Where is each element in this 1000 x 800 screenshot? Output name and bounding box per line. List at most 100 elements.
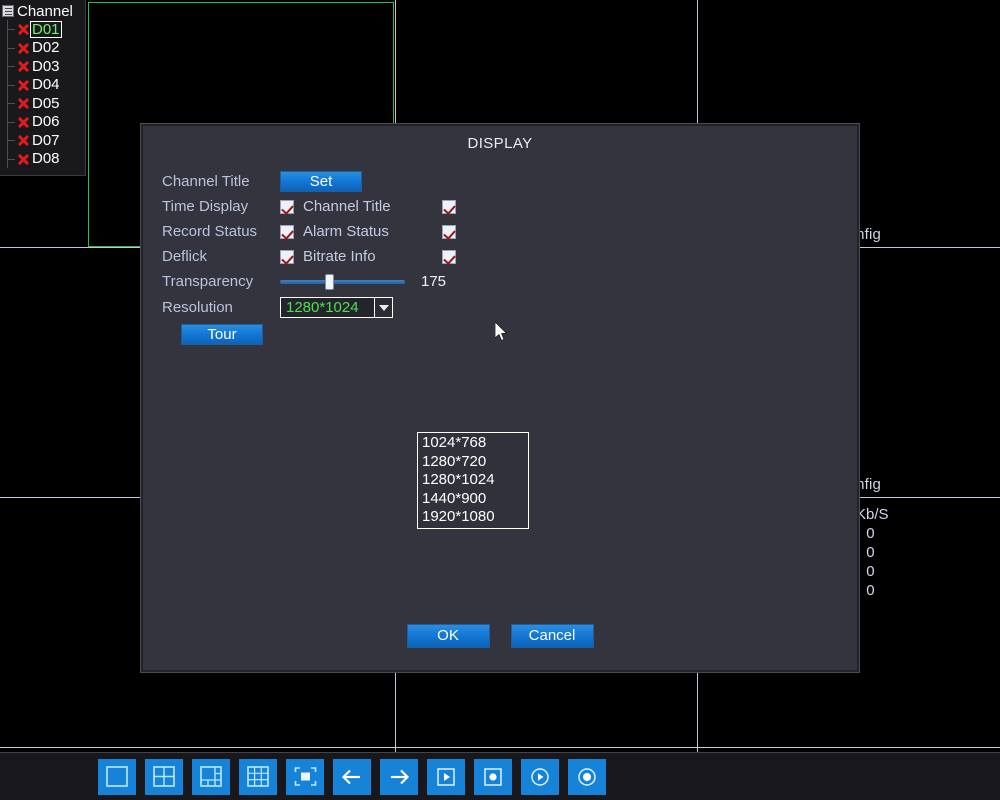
form-row-time-display: Time Display Channel Title bbox=[162, 195, 582, 218]
list-icon bbox=[2, 5, 14, 17]
channel-label: D01 bbox=[30, 20, 62, 38]
resolution-option[interactable]: 1920*1080 bbox=[418, 508, 528, 527]
bitrate-value: 0 bbox=[866, 525, 875, 542]
resolution-dropdown-list[interactable]: 1024*768 1280*720 1280*1024 1440*900 192… bbox=[417, 432, 529, 529]
bitrate-value: 0 bbox=[866, 544, 875, 561]
set-button[interactable]: Set bbox=[280, 171, 362, 192]
red-x-icon bbox=[16, 59, 30, 73]
channel-label: D07 bbox=[32, 131, 60, 149]
tree-branch bbox=[7, 131, 16, 150]
view-quad-icon[interactable] bbox=[145, 758, 183, 795]
deflick-label: Deflick bbox=[162, 248, 208, 265]
form-row-deflick: Deflick Bitrate Info bbox=[162, 245, 582, 268]
transparency-label: Transparency bbox=[162, 273, 254, 290]
fullscreen-icon[interactable] bbox=[286, 758, 324, 795]
time-display-label: Time Display bbox=[162, 198, 249, 215]
dvr-screen: NoConfig NoConfig NoConfig NoConfig Kb/S… bbox=[0, 0, 1000, 800]
sidebar-item-d01[interactable]: D01 bbox=[0, 20, 85, 39]
record-square-icon[interactable] bbox=[474, 758, 512, 795]
resolution-label: Resolution bbox=[162, 299, 233, 316]
dialog-title: DISPLAY bbox=[467, 135, 533, 152]
view-nine-icon[interactable] bbox=[239, 758, 277, 795]
red-x-icon bbox=[16, 78, 30, 92]
red-x-icon bbox=[16, 22, 30, 36]
bottom-toolbar bbox=[0, 752, 1000, 800]
channel-panel: Channel D01 D02 D03 D04 D05 D06 D07 D08 bbox=[0, 0, 86, 176]
tour-button[interactable]: Tour bbox=[181, 324, 263, 345]
view-single-icon[interactable] bbox=[98, 758, 136, 795]
channel-title-overlay-label: Channel Title bbox=[303, 198, 391, 215]
sidebar-item-d04[interactable]: D04 bbox=[0, 75, 85, 94]
form-row-channel-title: Channel Title Set bbox=[162, 170, 582, 193]
bitrate-info-toggle-group: Bitrate Info bbox=[294, 248, 442, 265]
deflick-checkbox[interactable] bbox=[280, 249, 294, 264]
sidebar-item-d02[interactable]: D02 bbox=[0, 38, 85, 57]
cancel-button[interactable]: Cancel bbox=[510, 624, 594, 648]
red-x-icon bbox=[16, 115, 30, 129]
red-x-icon bbox=[16, 152, 30, 166]
bitrate-header: Kb/S bbox=[856, 506, 889, 523]
play-circle-icon[interactable] bbox=[521, 758, 559, 795]
channel-title-label: Channel Title bbox=[162, 173, 250, 190]
channel-label: D06 bbox=[32, 113, 60, 131]
alarm-status-checkbox[interactable] bbox=[442, 224, 456, 239]
channel-label: D05 bbox=[32, 94, 60, 112]
transparency-slider-handle[interactable] bbox=[325, 273, 334, 290]
play-square-icon[interactable] bbox=[427, 758, 465, 795]
record-circle-icon[interactable] bbox=[568, 758, 606, 795]
sidebar-item-d08[interactable]: D08 bbox=[0, 149, 85, 168]
tree-branch bbox=[7, 112, 16, 131]
channel-title-toggle-group: Channel Title bbox=[294, 198, 442, 215]
dialog-footer: OK Cancel bbox=[143, 624, 857, 648]
bitrate-value: 0 bbox=[866, 563, 875, 580]
bitrate-info-checkbox[interactable] bbox=[442, 249, 456, 264]
arrow-left-icon[interactable] bbox=[333, 758, 371, 795]
mouse-pointer-icon bbox=[495, 322, 508, 342]
ok-button[interactable]: OK bbox=[406, 624, 490, 648]
red-x-icon bbox=[16, 41, 30, 55]
red-x-icon bbox=[16, 133, 30, 147]
transparency-slider-group: 175 bbox=[280, 273, 545, 290]
display-form: Channel Title Set Time Display Channel T… bbox=[162, 170, 582, 348]
bitrate-overlay: Kb/S 0 0 0 0 bbox=[856, 505, 889, 600]
channel-panel-header: Channel bbox=[0, 2, 85, 20]
tree-branch bbox=[7, 75, 16, 94]
sidebar-item-d06[interactable]: D06 bbox=[0, 112, 85, 131]
resolution-option[interactable]: 1024*768 bbox=[418, 434, 528, 453]
resolution-select[interactable]: 1280*1024 bbox=[280, 297, 393, 318]
resolution-option[interactable]: 1440*900 bbox=[418, 490, 528, 509]
chevron-down-icon[interactable] bbox=[374, 298, 392, 317]
tree-branch bbox=[7, 94, 16, 113]
record-status-label: Record Status bbox=[162, 223, 258, 240]
alarm-status-label: Alarm Status bbox=[303, 223, 389, 240]
transparency-slider[interactable] bbox=[280, 273, 405, 290]
arrow-right-icon[interactable] bbox=[380, 758, 418, 795]
transparency-value: 175 bbox=[421, 273, 447, 290]
sidebar-item-d03[interactable]: D03 bbox=[0, 57, 85, 76]
time-display-checkbox[interactable] bbox=[280, 199, 294, 214]
bitrate-value: 0 bbox=[866, 582, 875, 599]
bitrate-info-label: Bitrate Info bbox=[303, 248, 376, 265]
resolution-selected-value: 1280*1024 bbox=[286, 299, 359, 316]
form-row-tour: Tour bbox=[162, 323, 582, 346]
record-status-checkbox[interactable] bbox=[280, 224, 294, 239]
channel-label: D08 bbox=[32, 150, 60, 168]
form-row-record-status: Record Status Alarm Status bbox=[162, 220, 582, 243]
sidebar-item-d07[interactable]: D07 bbox=[0, 131, 85, 150]
tree-branch bbox=[7, 57, 16, 76]
red-x-icon bbox=[16, 96, 30, 110]
tree-branch bbox=[7, 149, 16, 168]
channel-panel-title: Channel bbox=[17, 2, 73, 20]
channel-label: D03 bbox=[32, 57, 60, 75]
tree-branch bbox=[7, 20, 16, 39]
tree-branch bbox=[7, 38, 16, 57]
resolution-option[interactable]: 1280*1024 bbox=[418, 471, 528, 490]
form-row-resolution: Resolution 1280*1024 bbox=[162, 295, 582, 320]
channel-label: D04 bbox=[32, 76, 60, 94]
resolution-option[interactable]: 1280*720 bbox=[418, 453, 528, 472]
alarm-status-toggle-group: Alarm Status bbox=[294, 223, 442, 240]
channel-title-overlay-checkbox[interactable] bbox=[442, 199, 456, 214]
sidebar-item-d05[interactable]: D05 bbox=[0, 94, 85, 113]
view-six-icon[interactable] bbox=[192, 758, 230, 795]
channel-label: D02 bbox=[32, 39, 60, 57]
